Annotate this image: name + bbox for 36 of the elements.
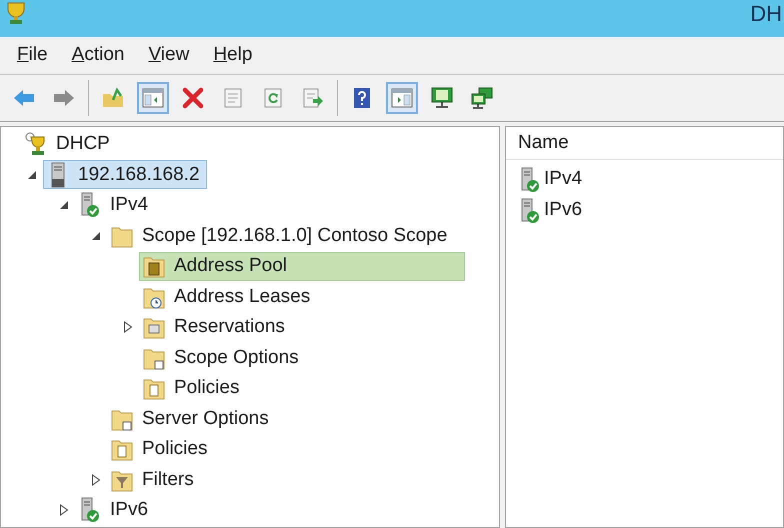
tree-item[interactable]: Policies	[107, 434, 214, 464]
tree-item[interactable]: IPv4	[75, 190, 156, 220]
tree-item[interactable]: Filters	[107, 465, 201, 494]
folder-up-icon	[101, 86, 125, 110]
list-item[interactable]: IPv6	[506, 195, 783, 226]
monitor-icon	[430, 86, 454, 110]
expanded-arrow-icon[interactable]	[27, 170, 37, 180]
tree-item[interactable]: IPv6	[75, 496, 156, 525]
collapsed-arrow-icon[interactable]	[91, 474, 101, 486]
monitors-icon	[470, 86, 494, 110]
tree-item[interactable]: Server Options	[107, 404, 276, 434]
tree-item[interactable]: Policies	[139, 374, 246, 403]
window-title: DH	[750, 0, 782, 28]
tree-item[interactable]: Scope [192.168.1.0] Contoso Scope	[107, 221, 454, 250]
list-item[interactable]: IPv4	[506, 164, 783, 195]
collapsed-arrow-icon[interactable]	[59, 504, 69, 516]
pane-icon	[141, 86, 165, 110]
collapsed-arrow-icon[interactable]	[123, 321, 133, 334]
export-list-icon	[301, 86, 325, 110]
action-pane-button[interactable]	[386, 82, 418, 114]
tree-item[interactable]: Address Pool	[139, 252, 465, 281]
menu-item[interactable]: Help	[213, 41, 252, 70]
menu-item[interactable]: View	[148, 41, 190, 70]
tree-item[interactable]: Scope Options	[139, 343, 306, 372]
delete-icon	[181, 86, 205, 110]
console-tree-button[interactable]	[137, 82, 169, 114]
column-header[interactable]: Name	[506, 127, 783, 159]
tree-item[interactable]: Address Leases	[139, 282, 318, 312]
menu-item[interactable]: File	[17, 41, 48, 70]
tree-item[interactable]: 192.168.168.2	[43, 160, 207, 190]
expanded-arrow-icon[interactable]	[59, 200, 69, 210]
menu-item[interactable]: Action	[72, 41, 124, 70]
expanded-arrow-icon[interactable]	[91, 230, 101, 241]
pane-icon	[390, 86, 414, 110]
tree-item[interactable]: DHCP	[21, 130, 117, 159]
tree-item[interactable]: Reservations	[139, 312, 292, 342]
